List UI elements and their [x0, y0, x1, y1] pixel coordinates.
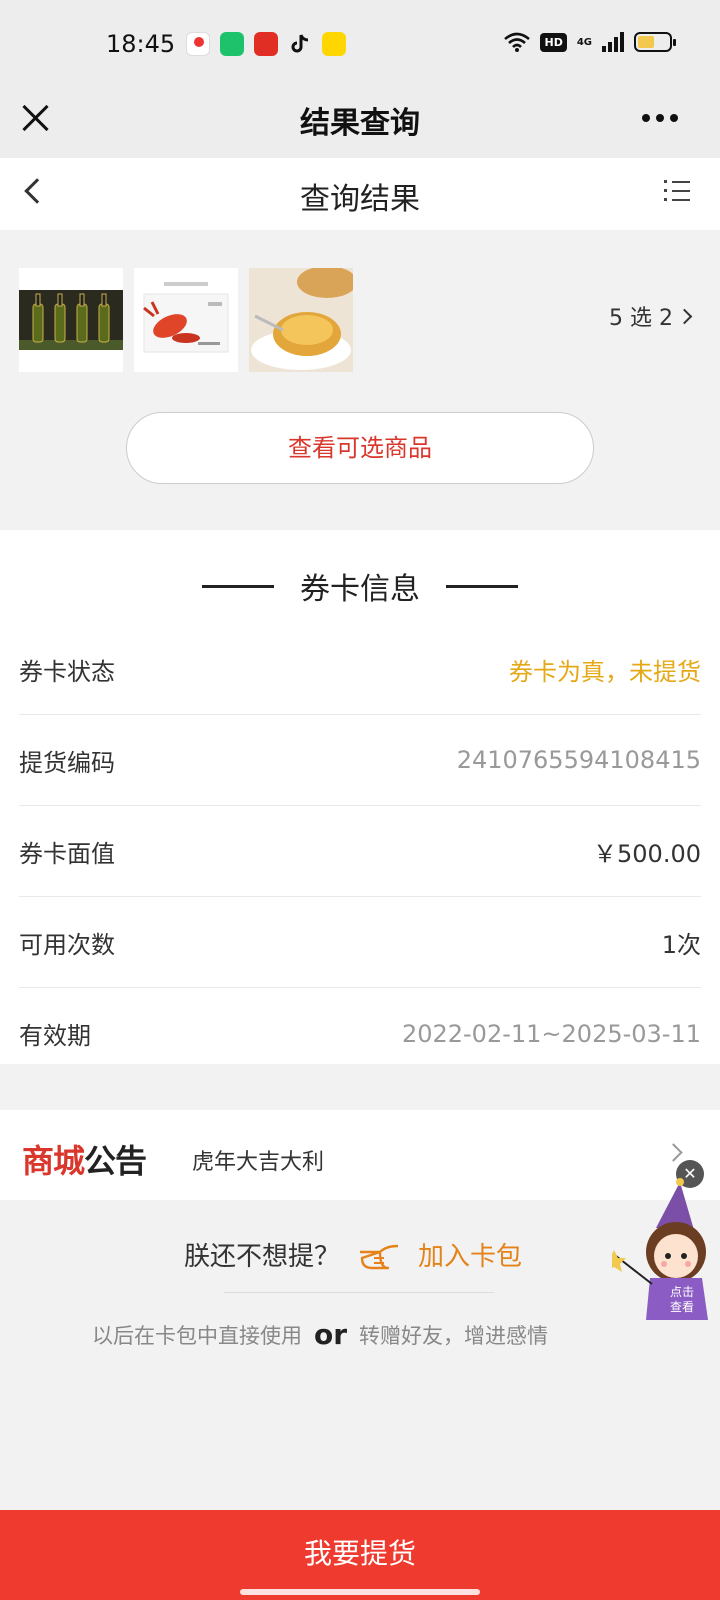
map-app-icon [186, 32, 210, 56]
more-options-icon[interactable] [642, 114, 678, 122]
info-label: 有效期 [19, 1022, 91, 1050]
mascot-label-2: 查看 [670, 1300, 694, 1314]
card-info-heading: 券卡信息 [0, 564, 720, 608]
product-thumb-olive-oil[interactable] [19, 268, 123, 372]
info-label: 提货编码 [19, 748, 115, 777]
divider [202, 584, 274, 588]
pickup-button[interactable]: 我要提货 [0, 1510, 720, 1600]
info-label: 券卡状态 [19, 657, 115, 686]
info-value: 券卡为真，未提货 [509, 657, 701, 686]
mascot-label-1: 点击 [670, 1285, 694, 1299]
pick-selector[interactable]: 5 选 2 [609, 300, 693, 332]
tiktok-app-icon [288, 32, 312, 56]
status-bar: 18:45 HD 4G [0, 0, 720, 90]
browser-top-bar: 结果查询 [0, 90, 720, 158]
hd-badge: HD [540, 32, 567, 52]
notification-icons [186, 32, 346, 56]
info-value: 1次 [661, 930, 701, 959]
info-row-status: 券卡状态 券卡为真，未提货 [19, 624, 701, 715]
pick-label: 5 选 2 [609, 306, 673, 331]
add-to-pack-link[interactable]: 加入卡包 [418, 1236, 522, 1273]
card-info-title: 券卡信息 [300, 572, 420, 607]
info-value: 2410765594108415 [456, 746, 701, 774]
page-title: 查询结果 [300, 182, 420, 217]
network-label: 4G [576, 36, 592, 48]
pointing-hand-icon [360, 1244, 399, 1269]
floating-mascot[interactable]: ✕ 点击 查看 [612, 1160, 720, 1340]
divider [224, 1292, 494, 1293]
shopping-app-icon [220, 32, 244, 56]
promo-question: 朕还不想提？ [184, 1242, 341, 1272]
page-header: 查询结果 [0, 158, 720, 230]
coupon-app-icon [322, 32, 346, 56]
promo-sub-left: 以后在卡包中直接使用 [92, 1323, 302, 1348]
promo-sub-right: 转赠好友，增进感情 [359, 1323, 549, 1348]
notice-text: 虎年大吉大利 [192, 1150, 325, 1175]
card-info-panel: 券卡信息 券卡状态 券卡为真，未提货 提货编码 2410765594108415… [0, 530, 720, 1064]
chevron-right-icon [664, 1143, 683, 1162]
product-thumb-lobster[interactable] [134, 268, 238, 372]
add-to-pack-row[interactable]: 朕还不想提？ 加入卡包 [184, 1236, 522, 1273]
info-label: 可用次数 [19, 930, 115, 959]
wifi-icon [504, 32, 531, 52]
pinduoduo-app-icon [254, 32, 278, 56]
info-label: 券卡面值 [19, 839, 115, 868]
divider [446, 584, 518, 588]
signal-icon [602, 32, 624, 52]
product-section: 5 选 2 查看可选商品 [0, 230, 720, 530]
list-menu-icon[interactable] [664, 180, 690, 207]
home-indicator[interactable] [240, 1589, 480, 1595]
promo-or: or [314, 1318, 348, 1351]
status-time: 18:45 [106, 30, 176, 58]
window-title: 结果查询 [300, 106, 420, 141]
view-products-button[interactable]: 查看可选商品 [126, 412, 594, 484]
chevron-right-icon [676, 308, 693, 324]
info-row-face-value: 券卡面值 ￥500.00 [19, 806, 701, 897]
system-indicators: HD 4G [504, 32, 676, 52]
battery-icon [634, 32, 676, 52]
info-row-uses: 可用次数 1次 [19, 897, 701, 988]
promo-subtitle: 以后在卡包中直接使用 or 转赠好友，增进感情 [92, 1318, 548, 1351]
notice-logo: 商城公告 [22, 1142, 147, 1180]
wizard-girl-icon: 点击 查看 [612, 1178, 708, 1320]
info-value: ￥500.00 [593, 839, 701, 868]
info-row-validity: 有效期 2022-02-11~2025-03-11 [19, 988, 701, 1079]
info-row-code: 提货编码 2410765594108415 [19, 715, 701, 806]
product-thumb-egg-tart[interactable] [249, 268, 353, 372]
close-icon[interactable]: ✕ [676, 1160, 704, 1188]
info-value: 2022-02-11~2025-03-11 [401, 1019, 701, 1048]
